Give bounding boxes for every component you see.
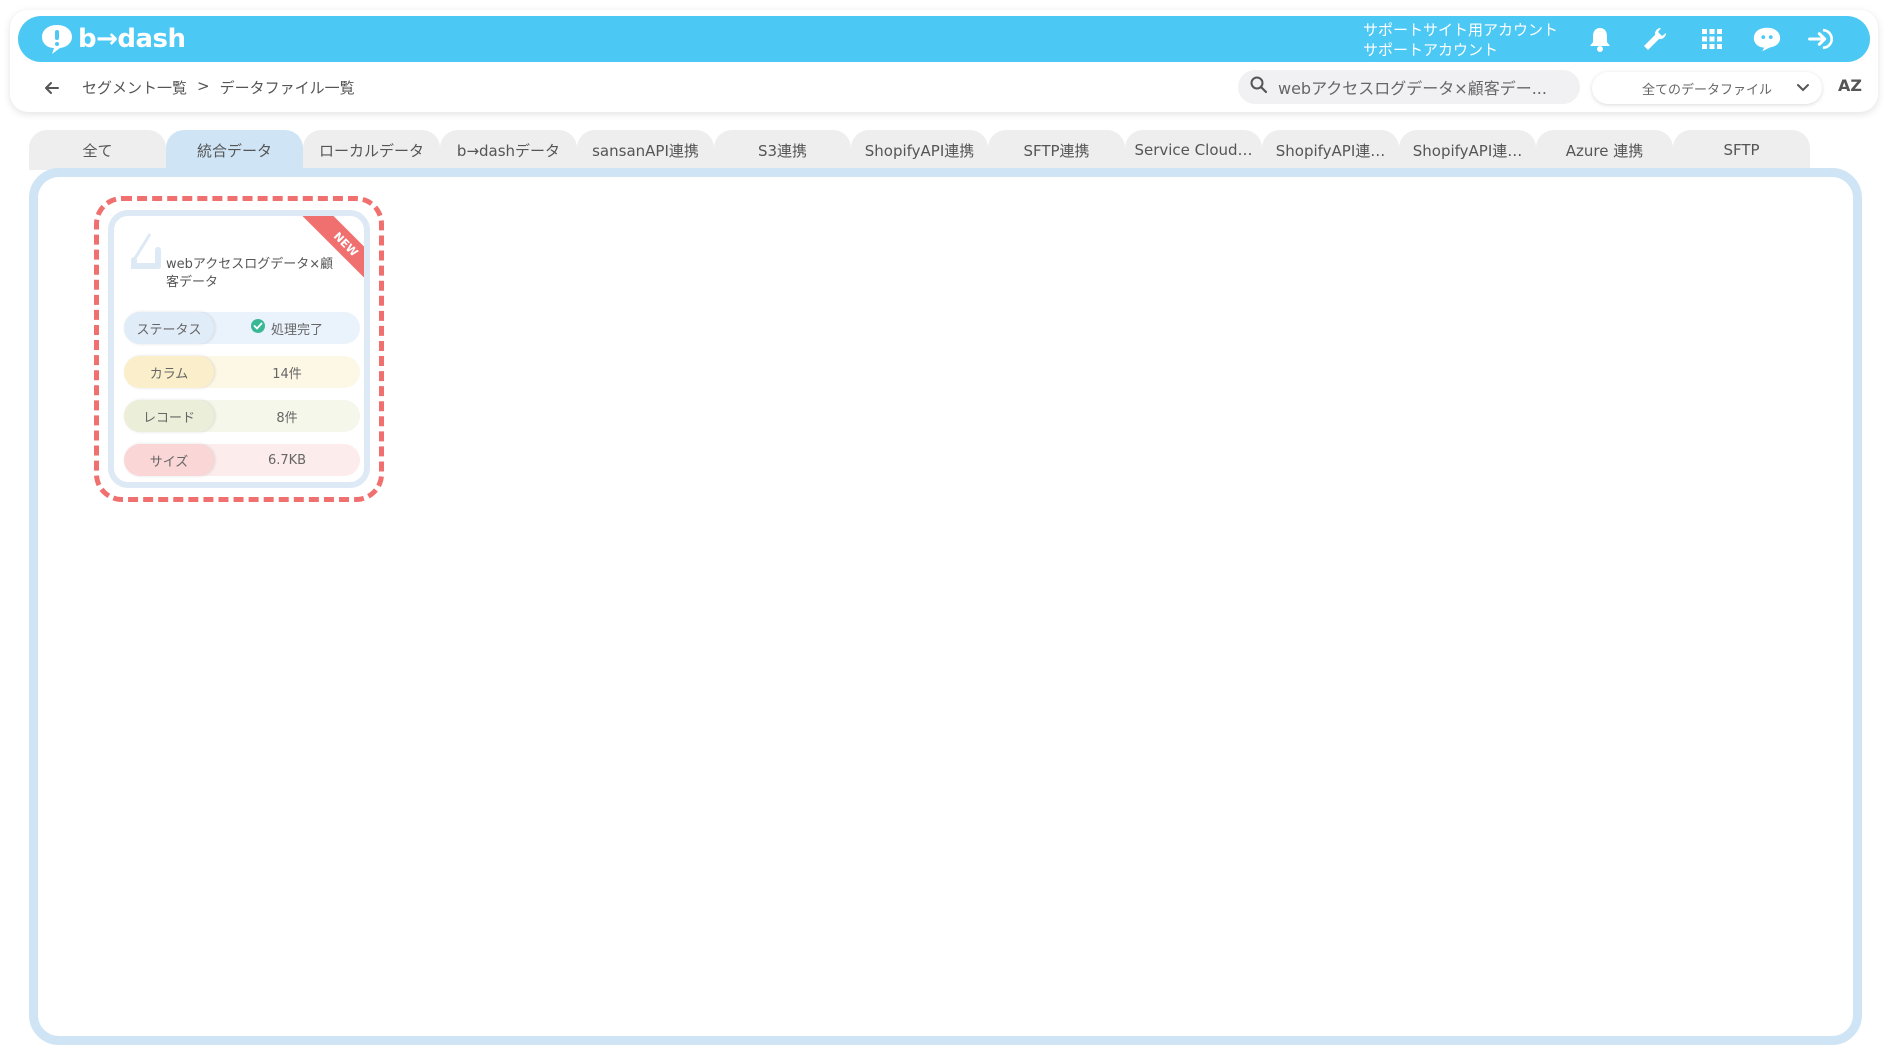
breadcrumb: セグメント一覧 > データファイル一覧: [82, 77, 355, 98]
highlight-outline: NEW webアクセスログデータ×顧客データ ステータス 処理完了 カラム 14…: [94, 196, 384, 502]
tab-0[interactable]: 全て: [29, 130, 166, 170]
search-input[interactable]: webアクセスログデータ×顧客デー...: [1238, 70, 1580, 104]
status-value-wrap: 処理完了: [214, 319, 360, 338]
tab-11[interactable]: Azure 連携: [1536, 130, 1673, 170]
data-file-filter-select[interactable]: 全てのデータファイル: [1592, 72, 1822, 104]
chat-bubble-icon[interactable]: [1752, 24, 1782, 54]
status-row: ステータス 処理完了: [124, 312, 360, 344]
logo[interactable]: b→dash: [40, 22, 186, 56]
tab-5[interactable]: S3連携: [714, 130, 851, 170]
file-name: webアクセスログデータ×顧客データ: [166, 257, 334, 290]
logout-icon[interactable]: [1807, 24, 1837, 54]
filter-selected-value: 全てのデータファイル: [1641, 82, 1772, 98]
tab-8[interactable]: Service Cloud…: [1125, 130, 1262, 170]
search-value: webアクセスログデータ×顧客デー...: [1278, 79, 1547, 98]
tab-6[interactable]: ShopifyAPI連携: [851, 130, 988, 170]
document-icon: [128, 230, 168, 274]
record-row: レコード 8件: [124, 400, 360, 432]
status-label: ステータス: [124, 312, 214, 344]
column-row: カラム 14件: [124, 356, 360, 388]
back-arrow-icon[interactable]: [42, 78, 64, 98]
header-card: b→dash サポートサイト用アカウント サポートアカウント セグメント一覧 >…: [10, 10, 1878, 112]
record-label: レコード: [124, 400, 214, 432]
tab-2[interactable]: ローカルデータ: [303, 130, 440, 170]
tab-7[interactable]: SFTP連携: [988, 130, 1125, 170]
tab-1[interactable]: 統合データ: [166, 130, 303, 170]
record-value: 8件: [276, 410, 298, 426]
top-bar: b→dash サポートサイト用アカウント サポートアカウント: [18, 16, 1870, 62]
search-icon: [1250, 76, 1268, 98]
chevron-down-icon: [1796, 80, 1810, 98]
data-type-tabs: 全て 統合データ ローカルデータ b→dashデータ sansanAPI連携 S3連携 Sh…: [29, 130, 1810, 170]
wrench-icon[interactable]: [1640, 24, 1670, 54]
sort-label: AZ: [1838, 76, 1862, 95]
size-label: サイズ: [124, 444, 214, 476]
logo-text: b→dash: [78, 24, 186, 54]
column-value: 14件: [272, 366, 302, 382]
bell-icon[interactable]: [1585, 24, 1615, 54]
file-card[interactable]: NEW webアクセスログデータ×顧客データ ステータス 処理完了 カラム 14…: [108, 210, 370, 488]
tab-9[interactable]: ShopifyAPI連…: [1262, 130, 1399, 170]
breadcrumb-parent[interactable]: セグメント一覧: [82, 77, 187, 98]
account-line2: サポートアカウント: [1363, 41, 1499, 59]
tab-4[interactable]: sansanAPI連携: [577, 130, 714, 170]
check-circle-icon: [250, 319, 265, 337]
column-label: カラム: [124, 356, 214, 388]
account-line1: サポートサイト用アカウント: [1363, 21, 1559, 39]
tab-10[interactable]: ShopifyAPI連…: [1399, 130, 1536, 170]
size-row: サイズ 6.7KB: [124, 444, 360, 476]
tab-3[interactable]: b→dashデータ: [440, 130, 577, 170]
account-info[interactable]: サポートサイト用アカウント サポートアカウント: [1363, 20, 1558, 60]
size-value: 6.7KB: [267, 452, 307, 468]
tab-12[interactable]: SFTP: [1673, 130, 1810, 170]
breadcrumb-separator: >: [197, 77, 210, 95]
logo-bubble-icon: [40, 23, 74, 55]
grid-icon[interactable]: [1697, 24, 1727, 54]
status-value: 処理完了: [270, 322, 323, 338]
breadcrumb-current: データファイル一覧: [219, 79, 355, 97]
sort-az-icon[interactable]: AZ: [1838, 76, 1862, 95]
